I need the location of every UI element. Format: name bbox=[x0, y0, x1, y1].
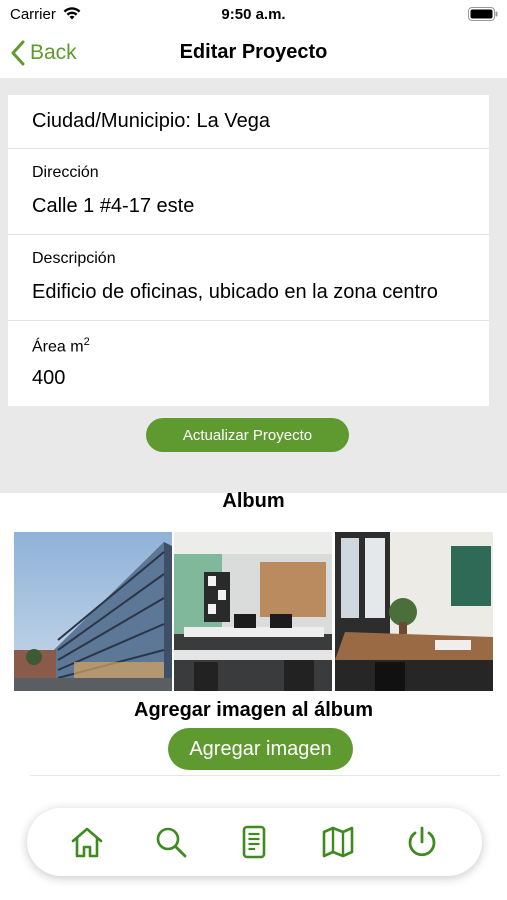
status-bar: Carrier 9:50 a.m. bbox=[0, 0, 507, 28]
update-project-button[interactable]: Actualizar Proyecto bbox=[146, 418, 349, 452]
tab-home[interactable] bbox=[65, 820, 109, 864]
search-icon bbox=[156, 827, 187, 858]
home-icon bbox=[71, 827, 103, 858]
project-form: Ciudad/Municipio: La Vega Dirección Desc… bbox=[8, 95, 489, 406]
page-title: Editar Proyecto bbox=[179, 41, 328, 63]
add-image-button[interactable]: Agregar imagen bbox=[168, 728, 353, 770]
area-row: Área m2 bbox=[8, 321, 489, 406]
album-image-building[interactable] bbox=[14, 532, 172, 691]
album-image-meeting-room[interactable] bbox=[334, 532, 493, 691]
document-icon bbox=[243, 825, 266, 859]
description-label: Descripción bbox=[32, 250, 116, 267]
tab-search[interactable] bbox=[149, 820, 193, 864]
city-row: Ciudad/Municipio: La Vega bbox=[8, 95, 489, 149]
address-row: Dirección bbox=[8, 149, 489, 235]
address-label: Dirección bbox=[32, 164, 99, 181]
description-field[interactable] bbox=[32, 281, 465, 304]
area-label: Área m2 bbox=[32, 336, 90, 356]
album-image-office[interactable] bbox=[174, 532, 333, 691]
tab-bar bbox=[27, 808, 482, 876]
clock-time: 9:50 a.m. bbox=[221, 6, 286, 23]
album-grid bbox=[14, 532, 493, 691]
navigation-bar: Back Editar Proyecto bbox=[0, 28, 507, 78]
city-text: Ciudad/Municipio: La Vega bbox=[32, 110, 270, 132]
tab-documents[interactable] bbox=[232, 820, 276, 864]
form-area: Ciudad/Municipio: La Vega Dirección Desc… bbox=[0, 78, 507, 493]
album-title: Album bbox=[222, 490, 285, 512]
address-field[interactable] bbox=[32, 195, 465, 218]
add-to-album-label: Agregar imagen al álbum bbox=[134, 699, 373, 721]
tab-map[interactable] bbox=[316, 820, 360, 864]
divider bbox=[30, 775, 500, 776]
description-row: Descripción bbox=[8, 235, 489, 321]
tab-logout[interactable] bbox=[400, 820, 444, 864]
power-icon bbox=[408, 826, 436, 857]
area-field[interactable] bbox=[32, 367, 465, 390]
battery-icon bbox=[468, 7, 498, 21]
map-icon bbox=[322, 826, 354, 858]
